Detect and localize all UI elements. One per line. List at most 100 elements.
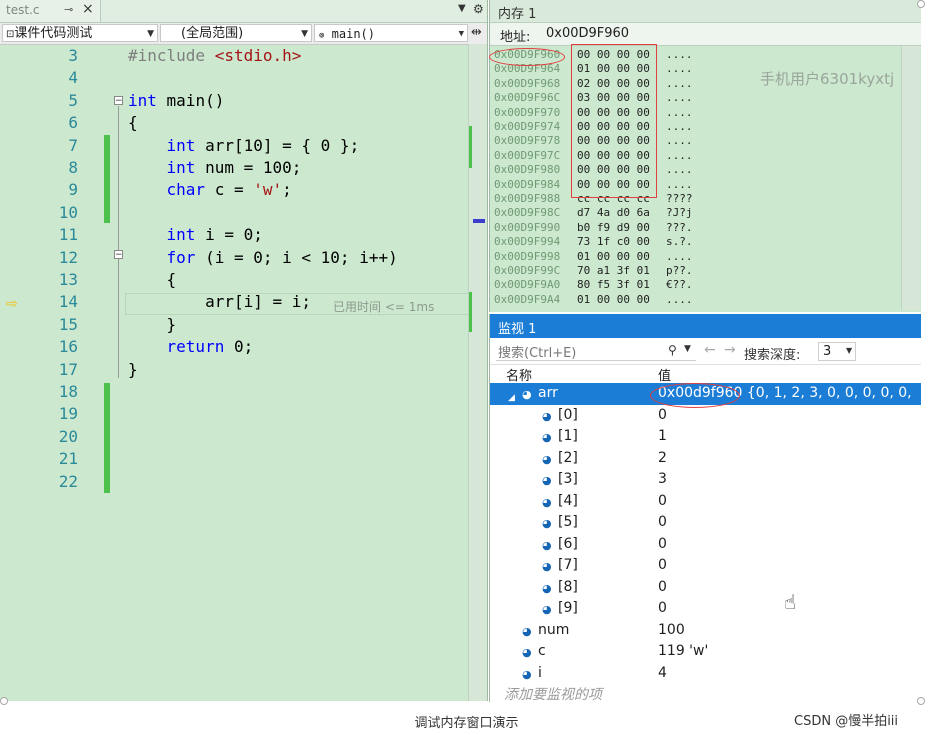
watch-row[interactable]: ◕ num 100 <box>490 620 921 642</box>
line-number: 11 <box>58 225 78 245</box>
code-line[interactable]: 22 <box>0 471 487 493</box>
code-line[interactable]: 3 #include <stdio.h> <box>0 45 487 67</box>
project-dropdown[interactable]: ⊡课件代码测试 ▼ <box>2 24 158 42</box>
chevron-down-icon[interactable]: ▼ <box>846 346 852 355</box>
memory-row[interactable]: 0x00D9F9A4 01 00 00 00.... <box>490 293 921 307</box>
resize-handle[interactable] <box>917 697 925 705</box>
memory-row[interactable]: 0x00D9F998 01 00 00 00.... <box>490 250 921 264</box>
memory-row[interactable]: 0x00D9F978 00 00 00 00.... <box>490 134 921 148</box>
line-number: 3 <box>68 46 78 65</box>
code-line[interactable]: 12 for (i = 0; i < 10; i++) <box>0 247 487 269</box>
code-editor[interactable]: test.c ⊸ × ▼ ⚙ ⊡课件代码测试 ▼ (全局范围) ▼ ⊚ main… <box>0 0 488 701</box>
line-number: 18 <box>58 382 78 401</box>
memory-row[interactable]: 0x00D9F984 00 00 00 00.... <box>490 178 921 192</box>
search-input[interactable]: 搜索(Ctrl+E) <box>496 342 696 361</box>
editor-scrollbar[interactable] <box>468 44 487 701</box>
code-text: arr[i] = i; <box>128 292 312 312</box>
address-input[interactable]: 0x00D9F960 <box>546 26 629 41</box>
code-text: return 0; <box>166 337 254 357</box>
column-header-name[interactable]: 名称 <box>506 365 532 384</box>
tab-label: test.c <box>6 3 40 17</box>
pin-icon[interactable]: ⊸ <box>64 3 73 16</box>
code-line[interactable]: 16 return 0; <box>0 336 487 358</box>
split-editor-icon[interactable]: ⇹ <box>471 25 482 40</box>
watch-row[interactable]: ◕ [8] 0 <box>490 577 921 599</box>
line-number: 16 <box>58 337 78 357</box>
memory-bytes: b0 f9 d9 00 <box>577 220 650 234</box>
watch-window[interactable]: 监视 1 搜索(Ctrl+E) ⚲ ▼ ← → 搜索深度: 3 ▼ 名称 值 ◢… <box>489 314 921 704</box>
code-line[interactable]: 10 <box>0 202 487 224</box>
memory-row[interactable]: 0x00D9F970 00 00 00 00.... <box>490 106 921 120</box>
memory-row[interactable]: 0x00D9F97C 00 00 00 00.... <box>490 149 921 163</box>
watch-row[interactable]: ◕ [5] 0 <box>490 512 921 534</box>
address-label: 地址: <box>500 30 531 45</box>
tab-dropdown-icon[interactable]: ▼ <box>458 3 466 14</box>
watch-row[interactable]: ◕ [0] 0 <box>490 405 921 427</box>
memory-row[interactable]: 0x00D9F9A0 80 f5 3f 01 €??. <box>490 278 921 292</box>
function-dropdown[interactable]: ⊚ main() ▼ <box>314 24 468 42</box>
watch-name: [0] <box>558 406 578 423</box>
watch-row[interactable]: ◕ [6] 0 <box>490 534 921 556</box>
memory-row[interactable]: 0x00D9F994 73 1f c0 00 s.?. <box>490 235 921 249</box>
code-line[interactable]: 21 <box>0 448 487 470</box>
code-area[interactable]: − − 3 #include <stdio.h> 4 5 int main() 6{7 i… <box>0 44 487 701</box>
resize-handle[interactable] <box>917 0 925 8</box>
chevron-down-icon[interactable]: ▼ <box>684 344 691 354</box>
tab-test-c[interactable]: test.c ⊸ × <box>0 0 101 22</box>
memory-row[interactable]: 0x00D9F990 b0 f9 d9 00???. <box>490 221 921 235</box>
memory-row[interactable]: 0x00D9F980 00 00 00 00.... <box>490 163 921 177</box>
memory-ascii: ???? <box>666 192 693 205</box>
code-line[interactable]: 4 <box>0 67 487 89</box>
code-line[interactable]: 7 int arr[10] = { 0 }; <box>0 135 487 157</box>
watch-row[interactable]: ◕ [1] 1 <box>490 426 921 448</box>
close-icon[interactable]: × <box>82 1 94 17</box>
code-line[interactable]: 6{ <box>0 112 487 134</box>
watch-row[interactable]: ◕ [3] 3 <box>490 469 921 491</box>
code-line[interactable]: 13 { <box>0 269 487 291</box>
memory-window[interactable]: 内存 1 地址: 0x00D9F960 0x00D9F960 00 00 00 0… <box>489 0 921 312</box>
code-text: } <box>128 314 177 334</box>
back-arrow-icon[interactable]: ← <box>704 342 716 358</box>
memory-row[interactable]: 0x00D9F974 00 00 00 00.... <box>490 120 921 134</box>
code-line[interactable]: 19 <box>0 403 487 425</box>
variable-icon: ◕ <box>522 646 532 659</box>
watch-row[interactable]: ◕ [2] 2 <box>490 448 921 470</box>
variable-icon: ◕ <box>542 452 552 466</box>
code-line[interactable]: 20 <box>0 426 487 448</box>
search-icon[interactable]: ⚲ <box>668 343 677 357</box>
perf-tip: 已用时间 <= 1ms <box>333 300 435 314</box>
watch-row[interactable]: ◕ [7] 0 <box>490 555 921 577</box>
resize-handle[interactable] <box>0 697 8 705</box>
memory-address: 0x00D9F968 <box>494 76 561 90</box>
variable-icon: ◕ <box>542 431 552 444</box>
code-line[interactable]: 15 } <box>0 314 487 336</box>
watch-row[interactable]: ◕ i 4 <box>490 663 921 685</box>
line-number: 8 <box>68 158 78 177</box>
highlight-box-values <box>571 44 657 198</box>
memory-row[interactable]: 0x00D9F96C 03 00 00 00.... <box>490 91 921 105</box>
code-line[interactable]: 18 <box>0 381 487 403</box>
watch-toolbar: 搜索(Ctrl+E) ⚲ ▼ ← → 搜索深度: 3 ▼ <box>490 340 921 365</box>
variable-icon: ◕ <box>542 603 552 616</box>
code-line[interactable]: 5 int main() <box>0 90 487 112</box>
watch-row[interactable]: ◕ [4] 0 <box>490 491 921 513</box>
column-header-value[interactable]: 值 <box>658 365 671 384</box>
gear-icon[interactable]: ⚙ <box>473 2 484 16</box>
scope-dropdown[interactable]: (全局范围) ▼ <box>160 24 312 42</box>
watch-row[interactable]: ◕ c 119 'w' <box>490 641 921 663</box>
code-line[interactable]: 8 int num = 100; <box>0 157 487 179</box>
code-line[interactable]: 11 int i = 0; <box>0 224 487 246</box>
memory-row[interactable]: 0x00D9F99C 70 a1 3f 01 p??. <box>490 264 921 278</box>
forward-arrow-icon[interactable]: → <box>724 342 736 358</box>
memory-row[interactable]: 0x00D9F988 cc cc cc cc???? <box>490 192 921 206</box>
watch-name: [9] <box>558 600 578 616</box>
memory-scrollbar[interactable] <box>901 46 920 310</box>
memory-row[interactable]: 0x00D9F98C d7 4a d0 6a ?J?j <box>490 206 921 220</box>
watch-value: 0 <box>658 514 667 530</box>
watch-row[interactable]: ◕ [9] 0 <box>490 598 921 620</box>
code-text: int num = 100; <box>166 158 302 177</box>
scroll-position-marker <box>473 219 485 223</box>
code-line[interactable]: 17} <box>0 359 487 381</box>
add-watch-item[interactable]: 添加要监视的项 <box>504 684 602 704</box>
code-line[interactable]: 9 char c = 'w'; <box>0 179 487 201</box>
